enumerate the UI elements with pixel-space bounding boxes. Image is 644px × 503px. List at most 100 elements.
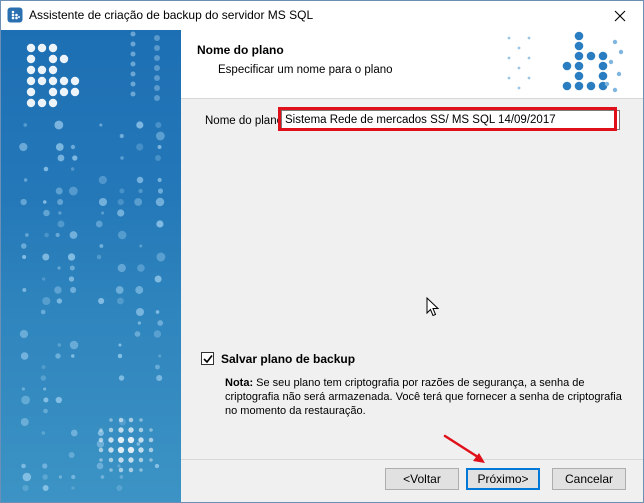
decor-dot [128, 467, 134, 473]
decor-dot [44, 232, 49, 238]
decor-dot [136, 121, 144, 129]
decor-dot [153, 330, 162, 338]
decor-dot [158, 354, 162, 358]
decor-dot [156, 220, 164, 228]
decor-dot [71, 474, 76, 480]
decor-dot [98, 437, 104, 443]
decor-dot [136, 176, 144, 184]
decor-dot [612, 39, 618, 45]
decor-dot [98, 447, 104, 453]
decor-dot [517, 46, 521, 50]
decor-dot [517, 86, 521, 90]
decor-dot [574, 51, 584, 61]
decor-dot [130, 51, 136, 57]
decor-dot [117, 446, 125, 454]
decor-dot [40, 309, 46, 315]
mouse-cursor-icon [426, 296, 440, 320]
decor-dot [26, 76, 36, 86]
back-button[interactable]: <Voltar [385, 468, 459, 490]
note-text: Se seu plano tem criptografia por razões… [225, 377, 622, 417]
decor-dot [22, 484, 29, 492]
next-button[interactable]: Próximo> [466, 468, 540, 490]
cancel-button[interactable]: Cancelar [552, 468, 626, 490]
decor-dot [55, 353, 61, 359]
decor-dot [41, 431, 46, 435]
decor-dot [71, 486, 75, 490]
decor-dot [154, 275, 162, 283]
decor-dot [157, 188, 164, 194]
decor-dot [117, 464, 121, 468]
decor-dot [57, 343, 62, 347]
close-button[interactable] [597, 1, 643, 30]
decor-dot [22, 254, 27, 260]
decor-dot [23, 178, 28, 182]
decor-dot [117, 353, 123, 359]
decor-dot [43, 408, 48, 414]
decor-dot [586, 81, 596, 91]
decor-dot [20, 243, 27, 249]
decor-dot [19, 142, 28, 152]
plan-name-label: Nome do plano [205, 115, 283, 127]
decor-dot [574, 71, 584, 81]
decor-dot [149, 458, 153, 462]
decor-dot [148, 437, 154, 443]
page-subtitle: Especificar um nome para o plano [218, 64, 393, 76]
decor-dot [507, 76, 511, 80]
decor-dot [54, 120, 64, 130]
decor-dot [134, 198, 143, 206]
decor-dot [26, 54, 36, 64]
decor-dot [130, 81, 136, 87]
checkmark-icon [203, 355, 213, 364]
decor-dot [507, 56, 511, 60]
decor-dot [26, 65, 36, 75]
decor-dot [43, 209, 50, 217]
decor-dot [99, 428, 103, 432]
decor-dot [119, 133, 124, 139]
decor-dot [155, 197, 165, 207]
decor-dot [117, 436, 125, 444]
decor-dot [117, 263, 126, 273]
decor-dot [155, 155, 161, 161]
decor-dot [48, 87, 58, 97]
decor-dot [156, 252, 166, 262]
decor-dot [96, 254, 102, 260]
decor-dot [95, 220, 103, 228]
decor-dot [527, 36, 531, 40]
decor-dot [20, 352, 29, 360]
decor-dot [130, 71, 136, 77]
decor-dot [135, 286, 144, 294]
decor-dot [616, 71, 622, 77]
decor-dot [43, 166, 49, 172]
decor-dot [55, 187, 63, 195]
decor-dot [138, 447, 144, 453]
decor-dot [55, 143, 64, 151]
decor-dot [154, 463, 160, 469]
decor-dot [154, 75, 160, 81]
decor-dot [136, 442, 141, 446]
decor-dot [574, 61, 584, 71]
decor-dot [48, 76, 58, 86]
decor-dot [128, 427, 134, 433]
decor-dot [118, 467, 124, 473]
decor-dot [98, 197, 108, 207]
decor-dot [57, 220, 65, 228]
decor-dot [119, 188, 125, 194]
note-label: Nota: [225, 377, 254, 389]
decor-dot [22, 288, 27, 292]
decor-dot [99, 123, 103, 127]
decor-dot [70, 87, 80, 97]
decor-dot [23, 123, 28, 127]
decor-dot [118, 457, 124, 463]
decor-dot [58, 211, 62, 215]
decor-dot [598, 51, 608, 61]
decor-dot [598, 71, 608, 81]
save-plan-checkbox[interactable] [201, 352, 214, 365]
decor-dot [108, 427, 114, 433]
decor-dot [155, 131, 165, 141]
decor-dot [99, 244, 104, 248]
save-plan-label[interactable]: Salvar plano de backup [221, 352, 355, 366]
decor-dot [19, 329, 29, 339]
plan-name-input[interactable] [281, 110, 620, 130]
decor-dot [139, 418, 143, 422]
decor-dot [130, 41, 136, 47]
